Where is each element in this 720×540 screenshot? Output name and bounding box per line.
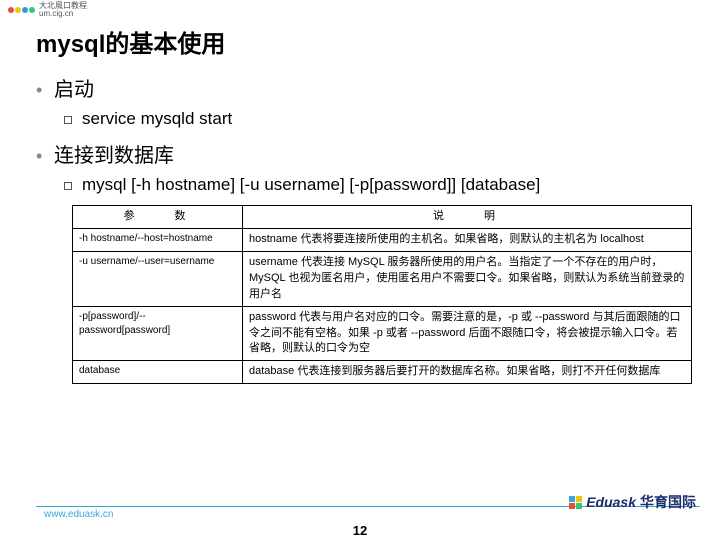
- param-name: database: [73, 361, 243, 384]
- param-desc: database 代表连接到服务器后要打开的数据库名称。如果省略，则打不开任何数…: [243, 361, 692, 384]
- bullet-icon: •: [36, 146, 54, 167]
- square-bullet-icon: [64, 116, 72, 124]
- table-row: -h hostname/--host=hostname hostname 代表将…: [73, 228, 692, 251]
- footer: Eduask 华育国际 www.eduask.cn: [0, 506, 720, 520]
- param-desc: username 代表连接 MySQL 服务器所使用的用户名。当指定了一个不存在…: [243, 251, 692, 306]
- param-desc: hostname 代表将要连接所使用的主机名。如果省略，则默认的主机名为 loc…: [243, 228, 692, 251]
- page-title: mysql的基本使用: [36, 24, 684, 59]
- square-bullet-icon: [64, 182, 72, 190]
- brand-text-en: Eduask: [586, 494, 636, 510]
- header-logo-text2: um.cig.cn: [39, 10, 87, 18]
- header-logo: 大北風口教程 um.cig.cn: [8, 2, 87, 18]
- table-header: 说 明: [243, 205, 692, 228]
- section-heading: 启动: [54, 73, 94, 102]
- brand-text-cn: 华育国际: [640, 492, 696, 512]
- param-name: -h hostname/--host=hostname: [73, 228, 243, 251]
- page-number: 12: [353, 523, 367, 538]
- param-name: -u username/--user=username: [73, 251, 243, 306]
- param-desc: password 代表与用户名对应的口令。需要注意的是，-p 或 --passw…: [243, 306, 692, 361]
- section-heading: 连接到数据库: [54, 139, 174, 168]
- parameters-table: 参 数 说 明 -h hostname/--host=hostname host…: [72, 205, 692, 384]
- command-text: service mysqld start: [82, 108, 232, 131]
- table-row: -u username/--user=username username 代表连…: [73, 251, 692, 306]
- brand-logo: Eduask 华育国际: [569, 492, 696, 512]
- table-header: 参 数: [73, 205, 243, 228]
- command-text: mysql [-h hostname] [-u username] [-p[pa…: [82, 174, 540, 197]
- table-row: database database 代表连接到服务器后要打开的数据库名称。如果省…: [73, 361, 692, 384]
- param-name: -p[password]/--password[password]: [73, 306, 243, 361]
- bullet-icon: •: [36, 80, 54, 101]
- table-row: -p[password]/--password[password] passwo…: [73, 306, 692, 361]
